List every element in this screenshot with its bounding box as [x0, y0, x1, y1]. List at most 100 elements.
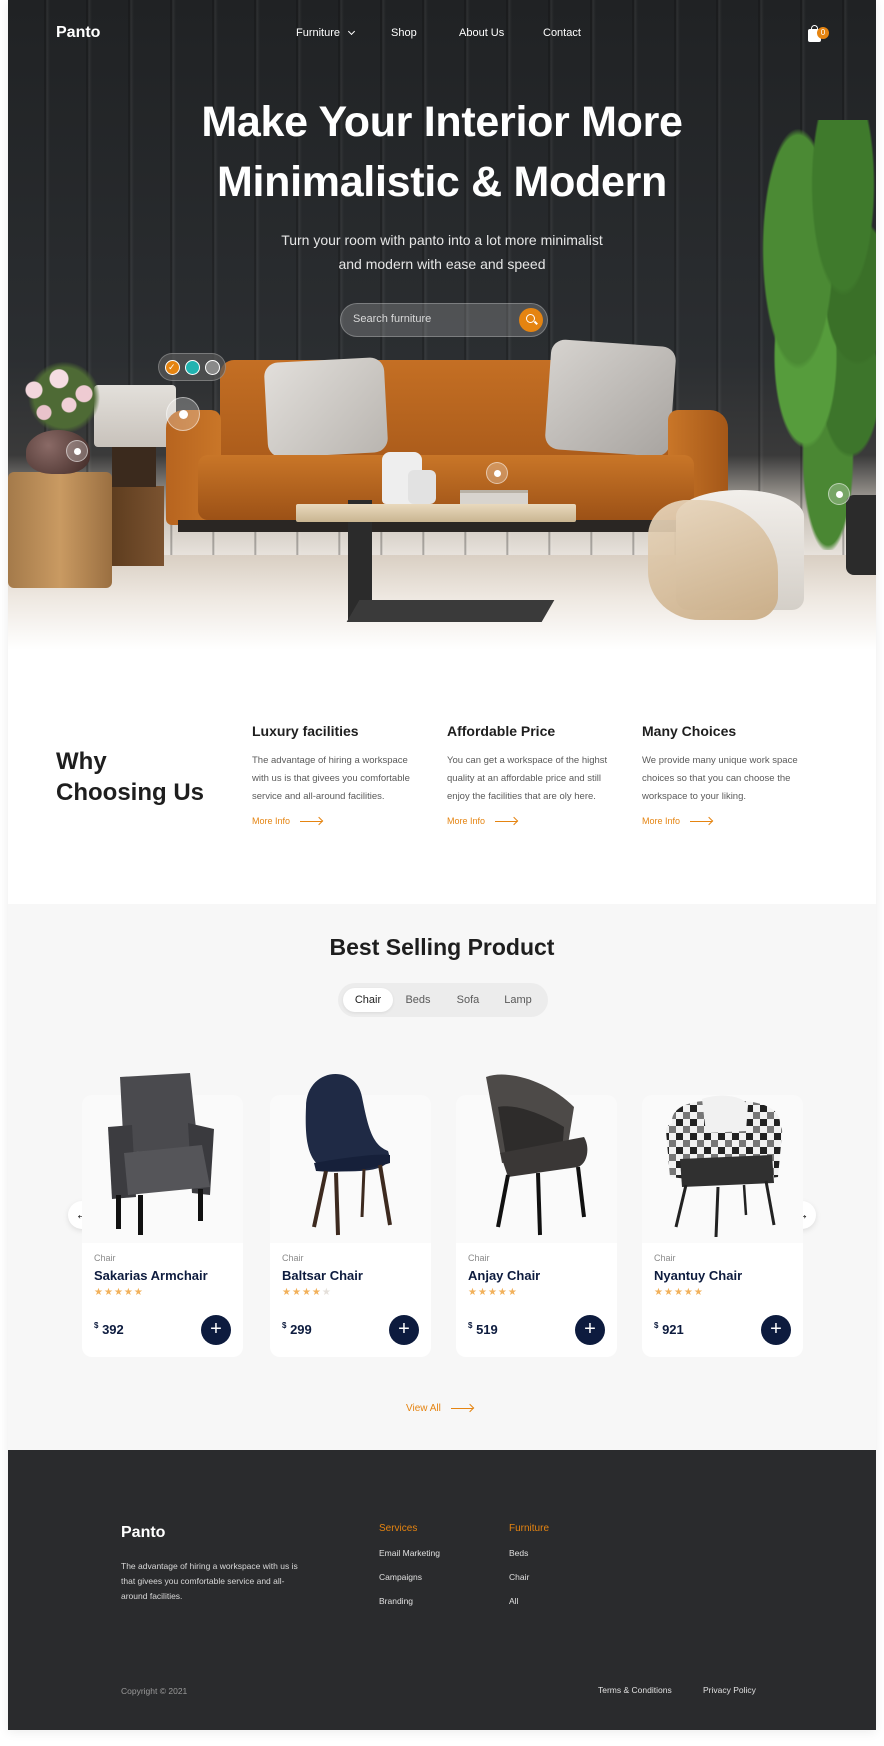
nav-about-us[interactable]: About Us [459, 27, 504, 39]
wooden-side-table [8, 472, 112, 588]
star-icon: ★ [683, 1287, 694, 1298]
star-icon: ★ [663, 1287, 674, 1298]
tab-lamp[interactable]: Lamp [493, 988, 543, 1012]
cart-count-badge: 0 [817, 27, 829, 39]
flowers-illustration [14, 360, 114, 435]
star-icon: ★ [477, 1287, 488, 1298]
footer-link-all[interactable]: All [509, 1596, 518, 1606]
hero-title-line1: Make Your Interior More [201, 98, 683, 146]
cart-button[interactable]: 0 [808, 25, 834, 45]
add-to-cart-button[interactable]: + [201, 1315, 231, 1345]
star-icon: ★ [113, 1287, 124, 1298]
more-info-link[interactable]: More Info [252, 816, 323, 826]
lamp-stand [112, 486, 164, 566]
more-info-label: More Info [252, 816, 291, 826]
nav-shop[interactable]: Shop [391, 27, 417, 39]
page: Panto Furniture Shop About Us Contact 0 … [8, 0, 876, 1730]
shell-chair-image [305, 1074, 392, 1236]
product-info: Chair Nyantuy Chair ★★★★★ $ 921 + [642, 1243, 803, 1357]
footer-services-title: Services [379, 1523, 418, 1534]
search-icon[interactable] [519, 308, 543, 332]
search-input[interactable] [353, 313, 513, 325]
price-value: 519 [476, 1322, 498, 1337]
why-title: Why Choosing Us [56, 746, 204, 808]
product-name: Sakarias Armchair [94, 1268, 208, 1283]
hero-title: Make Your Interior More Minimalistic & M… [8, 92, 876, 212]
color-swatch-orange[interactable]: ✓ [165, 360, 180, 375]
top-nav: Panto Furniture Shop About Us Contact 0 [8, 20, 876, 50]
nav-contact[interactable]: Contact [543, 27, 581, 39]
footer-furniture-title: Furniture [509, 1523, 550, 1534]
product-card[interactable]: Chair Nyantuy Chair ★★★★★ $ 921 + [642, 1095, 803, 1357]
brand-logo[interactable]: Panto [56, 24, 100, 42]
product-card[interactable]: Chair Baltsar Chair ★★★★★ $ 299 + [270, 1074, 431, 1357]
nav-furniture-label: Furniture [296, 27, 341, 39]
rating-stars: ★★★★★ [654, 1287, 704, 1298]
product-category: Chair [654, 1253, 676, 1263]
star-icon: ★ [468, 1287, 478, 1298]
tab-beds[interactable]: Beds [393, 988, 443, 1012]
footer-link-email-marketing[interactable]: Email Marketing [379, 1548, 440, 1558]
copyright: Copyright © 2021 [121, 1686, 188, 1696]
privacy-link[interactable]: Privacy Policy [703, 1685, 756, 1695]
star-icon: ★ [497, 1287, 508, 1298]
arrow-right-icon [690, 821, 713, 823]
product-price: $ 299 [282, 1321, 312, 1337]
product-card[interactable]: Chair Sakarias Armchair ★★★★★ $ 392 + [82, 1073, 243, 1357]
arrow-right-icon [495, 821, 518, 823]
view-all-label: View All [406, 1403, 441, 1414]
feature-title: Many Choices [642, 723, 737, 739]
star-icon: ★ [123, 1287, 134, 1298]
hero-subtitle-line2: and modern with ease and speed [338, 256, 546, 272]
more-info-label: More Info [642, 816, 681, 826]
more-info-link[interactable]: More Info [642, 816, 713, 826]
star-icon: ★ [133, 1287, 144, 1298]
hero-section: Panto Furniture Shop About Us Contact 0 … [8, 0, 876, 650]
footer-link-beds[interactable]: Beds [509, 1548, 528, 1558]
add-to-cart-button[interactable]: + [389, 1315, 419, 1345]
plaid-chair-image [666, 1095, 783, 1238]
hotspot-vase[interactable] [66, 440, 88, 462]
terms-link[interactable]: Terms & Conditions [598, 1685, 672, 1695]
star-icon: ★ [321, 1287, 332, 1298]
add-to-cart-button[interactable]: + [761, 1315, 791, 1345]
star-icon: ★ [507, 1287, 518, 1298]
product-name: Anjay Chair [468, 1268, 541, 1283]
more-info-link[interactable]: More Info [447, 816, 518, 826]
hotspot-sofa[interactable] [166, 397, 200, 431]
product-card[interactable]: Chair Anjay Chair ★★★★★ $ 519 + [456, 1074, 617, 1357]
tab-sofa[interactable]: Sofa [443, 988, 493, 1012]
arrow-right-icon [450, 1407, 473, 1409]
color-swatch-teal[interactable] [185, 360, 200, 375]
leather-chair-image [486, 1074, 588, 1236]
footer-link-branding[interactable]: Branding [379, 1596, 413, 1606]
footer-link-campaigns[interactable]: Campaigns [379, 1572, 422, 1582]
color-picker: ✓ [158, 353, 226, 381]
star-icon: ★ [282, 1287, 292, 1298]
product-category: Chair [94, 1253, 116, 1263]
category-tabs: Chair Beds Sofa Lamp [338, 983, 548, 1017]
view-all-link[interactable]: View All [406, 1403, 473, 1414]
price-value: 392 [102, 1322, 124, 1337]
hotspot-plant[interactable] [828, 483, 850, 505]
color-swatch-gray[interactable] [205, 360, 220, 375]
footer-logo[interactable]: Panto [121, 1524, 165, 1542]
more-info-label: More Info [447, 816, 486, 826]
star-icon: ★ [103, 1287, 114, 1298]
feature-choices: Many Choices We provide many unique work… [642, 723, 817, 806]
plus-icon: + [770, 1318, 782, 1340]
feature-affordable: Affordable Price You can get a workspace… [447, 723, 622, 806]
armchair-image [108, 1073, 214, 1235]
hotspot-table[interactable] [486, 462, 508, 484]
best-selling-section: Best Selling Product Chair Beds Sofa Lam… [8, 904, 876, 1450]
hero-subtitle: Turn your room with panto into a lot mor… [8, 228, 876, 276]
add-to-cart-button[interactable]: + [575, 1315, 605, 1345]
pillow-right [544, 338, 677, 458]
star-icon: ★ [693, 1287, 704, 1298]
nav-furniture[interactable]: Furniture [296, 27, 356, 39]
footer-link-chair[interactable]: Chair [509, 1572, 529, 1582]
why-title-line1: Why [56, 748, 107, 775]
tab-chair[interactable]: Chair [343, 988, 393, 1012]
price-value: 299 [290, 1322, 312, 1337]
product-price: $ 392 [94, 1321, 124, 1337]
